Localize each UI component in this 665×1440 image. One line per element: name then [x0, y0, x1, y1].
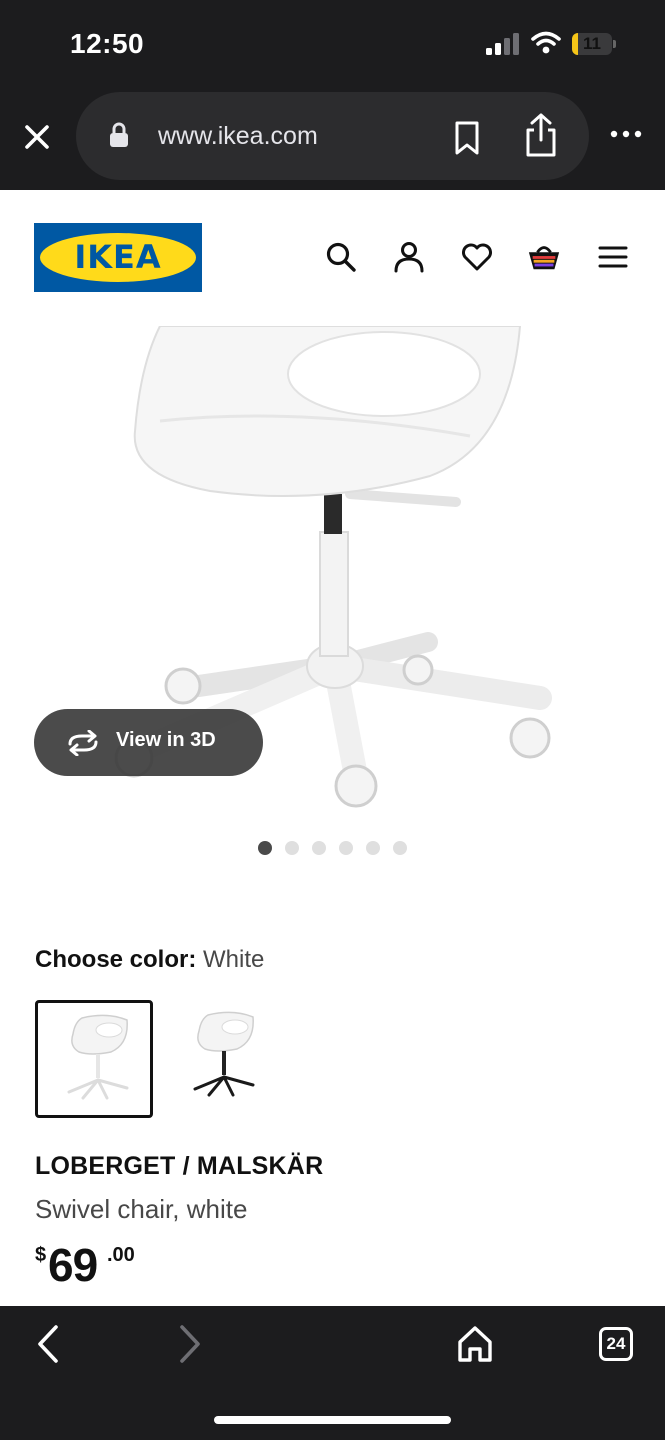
- home-icon[interactable]: [456, 1324, 494, 1364]
- price-decimal: .00: [107, 1244, 135, 1266]
- search-icon[interactable]: [324, 240, 358, 274]
- carousel-dot[interactable]: [393, 841, 407, 855]
- chair-thumbnail-white: [67, 1014, 129, 1100]
- forward-icon[interactable]: [176, 1324, 204, 1364]
- rotate-3d-icon: [68, 730, 98, 756]
- image-carousel-dots: [256, 841, 416, 857]
- ikea-logo[interactable]: IKEA: [34, 223, 202, 292]
- price-currency: $: [35, 1244, 47, 1266]
- hamburger-menu-icon[interactable]: [596, 240, 630, 274]
- carousel-dot[interactable]: [285, 841, 299, 855]
- carousel-dot[interactable]: [366, 841, 380, 855]
- view-in-3d-label: View in 3D: [116, 729, 216, 751]
- home-indicator: [214, 1416, 451, 1424]
- choose-color-label: Choose color:: [35, 946, 197, 973]
- battery-indicator: 11: [572, 33, 616, 55]
- address-bar[interactable]: www.ikea.com: [76, 92, 589, 180]
- clock: 12:50: [70, 28, 145, 59]
- view-in-3d-button[interactable]: View in 3D: [34, 709, 263, 776]
- product-name[interactable]: LOBERGET / MALSKÄR: [35, 1152, 323, 1181]
- more-icon[interactable]: [608, 126, 644, 142]
- back-icon[interactable]: [34, 1324, 62, 1364]
- shopping-bag-icon[interactable]: [527, 240, 561, 274]
- cellular-signal-icon: [486, 33, 519, 55]
- carousel-dot[interactable]: [312, 841, 326, 855]
- status-bar: 12:50 11: [0, 0, 665, 90]
- carousel-dot[interactable]: [258, 841, 272, 855]
- choose-color-line: Choose color: White: [35, 946, 264, 974]
- wifi-icon: [531, 31, 561, 54]
- share-icon[interactable]: [523, 112, 559, 158]
- logo-text: IKEA: [74, 238, 162, 276]
- bookmark-icon[interactable]: [452, 120, 482, 156]
- wishlist-heart-icon[interactable]: [460, 240, 494, 274]
- chair-thumbnail-black-base: [193, 1011, 255, 1097]
- price-integer: 69: [48, 1239, 98, 1291]
- product-description: Swivel chair, white: [35, 1194, 248, 1224]
- battery-tip: [613, 40, 616, 48]
- color-swatch-white[interactable]: [35, 1000, 153, 1118]
- battery-icon: 11: [572, 33, 612, 55]
- battery-level: 11: [583, 34, 601, 53]
- url-text: www.ikea.com: [158, 122, 318, 150]
- close-icon[interactable]: [20, 120, 54, 154]
- lock-icon: [110, 122, 128, 147]
- tabs-icon[interactable]: 24: [599, 1327, 633, 1361]
- browser-toolbar: www.ikea.com: [0, 90, 665, 190]
- carousel-dot[interactable]: [339, 841, 353, 855]
- color-swatch-black[interactable]: [164, 1000, 282, 1118]
- account-icon[interactable]: [392, 240, 426, 274]
- selected-color-value: White: [203, 946, 265, 973]
